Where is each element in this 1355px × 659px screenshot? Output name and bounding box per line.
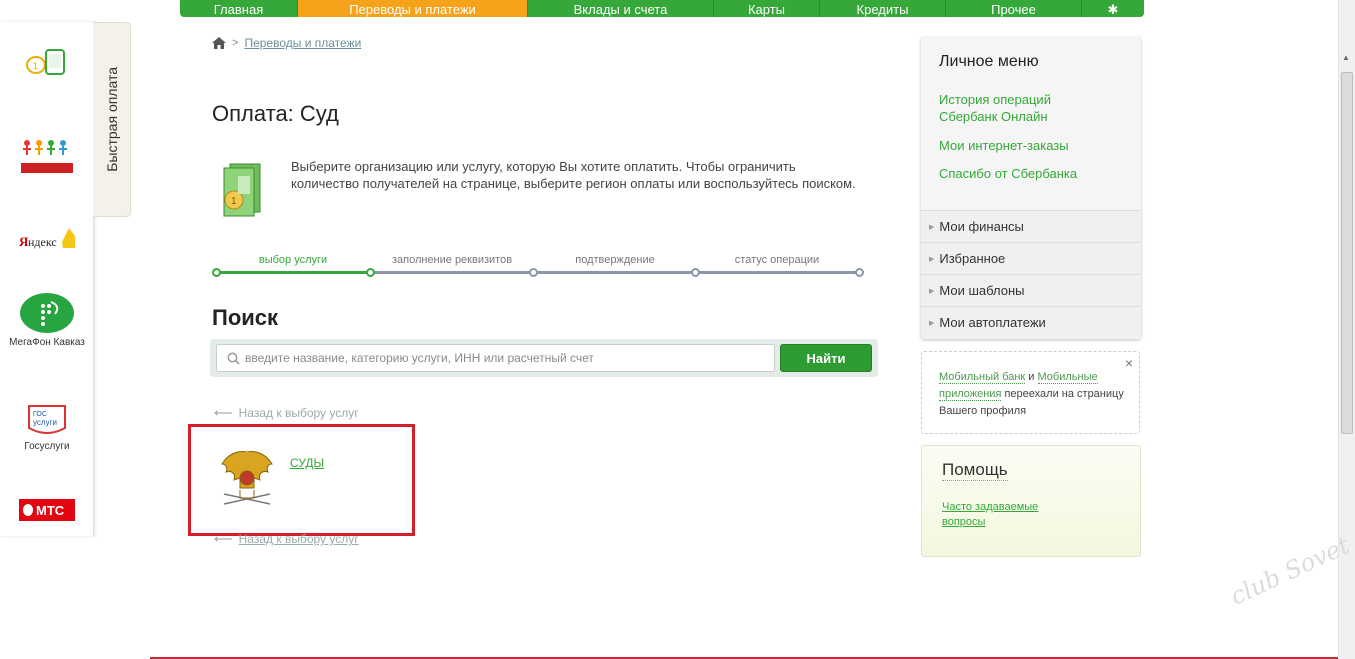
link-internet-orders[interactable]: Мои интернет-заказы [939,137,1069,154]
step-line-done [217,271,370,274]
back-link-label[interactable]: Назад к выбору услуг [239,406,359,420]
svg-text:МТС: МТС [36,503,65,518]
search-bar: Найти [210,339,878,377]
back-to-services-bottom[interactable]: ⟵ Назад к выбору услуг [214,531,359,547]
help-title[interactable]: Помощь [942,460,1008,481]
personal-menu: Личное меню История операций Сбербанк Он… [921,37,1141,339]
link-mobile-bank[interactable]: Мобильный банк [939,371,1026,384]
quick-pay-tab-label: Быстрая оплата [103,67,120,172]
step-dot-1 [366,268,375,277]
scrollbar-thumb[interactable] [1341,72,1353,434]
menu-my-finances[interactable]: ▶ Мои финансы [921,210,1141,242]
menu-favorites[interactable]: ▶ Избранное [921,242,1141,274]
close-icon[interactable]: × [1125,355,1133,371]
breadcrumb-link[interactable]: Переводы и платежи [244,36,361,50]
search-button[interactable]: Найти [780,344,872,372]
tab-credits[interactable]: Кредиты [820,0,946,17]
mts-logo-icon: МТС [19,499,75,521]
quick-pay-gosuslugi[interactable]: ГОС услуги Госуслуги [0,400,94,452]
quick-pay-mobile[interactable]: 1 [0,48,94,78]
quick-pay-megafon[interactable]: МегаФон Кавказ [0,292,94,348]
step-line-pending [370,271,858,274]
step-label-status: статус операции [734,254,820,266]
chevron-right-icon: ▶ [929,223,935,231]
page-title: Оплата: Суд [212,101,339,126]
menu-my-autopayments[interactable]: ▶ Мои автоплатежи [921,306,1141,338]
link-operations-history[interactable]: История операций Сбербанк Онлайн [939,91,1099,125]
gear-icon: ✱ [1107,2,1119,17]
charity-logo-icon [21,140,73,173]
breadcrumb-separator: > [232,37,239,49]
step-dot-3 [691,268,700,277]
chevron-right-icon: ▶ [929,287,935,295]
personal-menu-title: Личное меню [939,53,1039,70]
svg-text:ГОС: ГОС [33,411,47,418]
step-dot-start [212,268,221,277]
gosuslugi-logo-icon: ГОС услуги [28,405,66,434]
menu-my-templates[interactable]: ▶ Мои шаблоны [921,274,1141,306]
link-spasibo[interactable]: Спасибо от Сбербанка [939,165,1077,182]
tab-cards[interactable]: Карты [714,0,820,17]
step-dot-4 [855,268,864,277]
step-dot-2 [529,268,538,277]
quick-pay-tab[interactable]: Быстрая оплата [93,22,131,217]
home-icon[interactable] [212,37,226,49]
back-to-services-top[interactable]: ⟵ Назад к выбору услуг [214,405,359,421]
watermark: club Sovet [1226,531,1354,611]
step-label-confirm: подтверждение [575,254,655,266]
search-icon [227,352,240,365]
back-arrow-icon: ⟵ [214,405,233,420]
highlight-frame [188,424,415,536]
chevron-right-icon: ▶ [929,319,935,327]
svg-text:1: 1 [231,196,237,207]
back-link-label[interactable]: Назад к выбору услуг [239,532,359,546]
yandex-logo-icon: Я ндекс [19,228,75,249]
mobile-payment-icon: 1 [26,49,65,75]
quick-pay-gosuslugi-label: Госуслуги [24,441,70,452]
step-label-fill-details: заполнение реквизитов [391,254,513,266]
breadcrumb: > Переводы и платежи [212,36,361,50]
back-arrow-icon: ⟵ [214,531,233,546]
quick-pay-megafon-label: МегаФон Кавказ [9,337,85,348]
intro-text: Выберите организацию или услугу, которую… [291,159,856,191]
step-label-select-service: выбор услуги [258,254,328,266]
svg-text:1: 1 [33,61,38,71]
notice-text: Мобильный банк и Мобильные приложения пе… [939,371,1124,417]
search-field[interactable] [216,344,775,372]
search-input[interactable] [245,351,765,365]
mobile-bank-notice: × Мобильный банк и Мобильные приложения … [921,351,1140,434]
svg-text:ндекс: ндекс [28,235,57,249]
search-title: Поиск [212,305,279,330]
svg-text:услуги: услуги [33,418,57,427]
help-panel: Помощь Часто задаваемые вопросы [921,445,1141,557]
tab-deposits-accounts[interactable]: Вклады и счета [528,0,714,17]
quick-pay-charity[interactable] [0,133,94,181]
quick-pay-panel: 1 Я ндекс МегаФон Кавказ ГОС услуги Госу… [0,22,94,536]
link-faq[interactable]: Часто задаваемые вопросы [942,500,1062,530]
main-nav: Главная Переводы и платежи Вклады и счет… [180,0,1144,17]
tab-home[interactable]: Главная [180,0,298,17]
progress-stepper: выбор услуги заполнение реквизитов подтв… [212,252,864,278]
tab-other[interactable]: Прочее [946,0,1082,17]
scroll-up-icon[interactable]: ▲ [1342,53,1350,62]
payment-document-icon: 1 [223,163,261,217]
quick-pay-mts[interactable]: МТС [0,499,94,521]
quick-pay-yandex[interactable]: Я ндекс [0,222,94,256]
tab-transfers-payments[interactable]: Переводы и платежи [298,0,528,17]
megafon-logo-icon [20,293,74,333]
chevron-right-icon: ▶ [929,255,935,263]
settings-button[interactable]: ✱ [1082,0,1144,17]
